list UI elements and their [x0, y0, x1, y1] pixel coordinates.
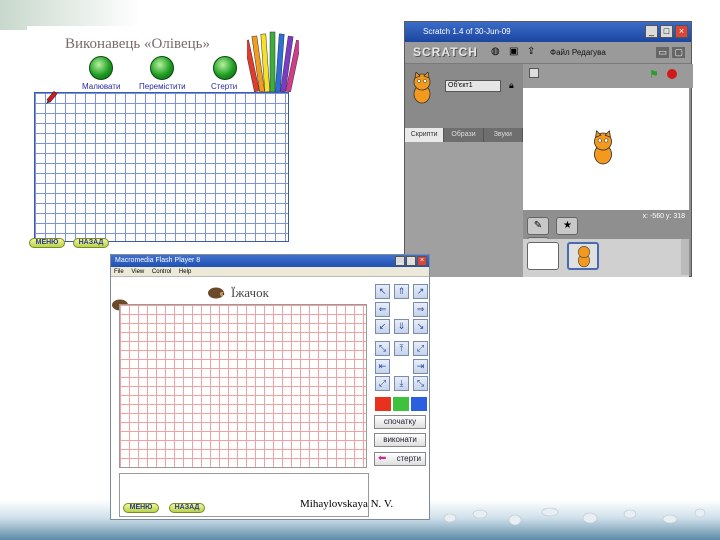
arrow-upleft-icon[interactable]: ↖: [375, 284, 390, 299]
back-button[interactable]: НАЗАД: [73, 238, 109, 248]
flash-titlebar: Macromedia Flash Player 8 _ □ ×: [111, 255, 429, 267]
star-sprite-icon[interactable]: ★: [556, 217, 579, 235]
stage-mode-icon[interactable]: [529, 68, 539, 78]
scratch-tabs: Скрипти Образи Звуки: [405, 128, 523, 142]
scratch-menubar: SCRATCH ◍ ▣ ⇪ Файл Редагува ▭ ▢: [405, 42, 691, 64]
pencil-icon: [46, 90, 58, 104]
save-icon[interactable]: ▣: [509, 46, 518, 57]
scratch-window-title: Scratch 1.4 of 30-Jun-09: [423, 27, 511, 36]
menu-button[interactable]: МЕНЮ: [123, 503, 159, 513]
flash-window-title: Macromedia Flash Player 8: [115, 257, 201, 264]
sprite-tools: ✎ ★ ?: [527, 215, 607, 255]
menu-control[interactable]: Control: [152, 269, 171, 275]
run-button[interactable]: виконати: [374, 433, 426, 447]
olivets-title: Виконавець «Олівець»: [65, 36, 211, 52]
close-button[interactable]: ×: [417, 256, 427, 266]
arrow-up-icon[interactable]: ⇑: [394, 284, 409, 299]
color-blue-button[interactable]: [411, 397, 427, 411]
arrow-downleft-icon[interactable]: ↙: [375, 319, 390, 334]
minimize-button[interactable]: _: [645, 25, 658, 38]
cat-sprite-icon: [594, 130, 612, 165]
scratch-stage[interactable]: [523, 88, 689, 210]
color-green-button[interactable]: [393, 397, 409, 411]
cat-sprite-icon: [413, 72, 431, 104]
draw-label: Малювати: [82, 82, 121, 91]
stop-icon[interactable]: [667, 69, 677, 79]
start-button[interactable]: спочатку: [374, 415, 426, 429]
jump-downright-icon[interactable]: ⤡: [413, 376, 428, 391]
flash-menubar: File View Control Help: [111, 267, 429, 277]
draw-button[interactable]: [89, 56, 113, 80]
arrow-upright-icon[interactable]: ↗: [413, 284, 428, 299]
arrow-left-icon: ⬅: [378, 453, 387, 464]
cat-sprite-icon: [578, 246, 590, 268]
zhachok-title: Їжачок: [231, 285, 269, 300]
tab-sounds[interactable]: Звуки: [483, 128, 523, 142]
scratch-logo: SCRATCH: [413, 45, 478, 59]
sprite-name-field[interactable]: Об'єкт1: [445, 80, 501, 92]
arrow-down-icon[interactable]: ⇓: [394, 319, 409, 334]
erase-label: Стерти: [211, 82, 238, 91]
sprite-list: [523, 239, 689, 277]
scratch-titlebar: Scratch 1.4 of 30-Jun-09 _ □ ×: [405, 22, 691, 42]
color-red-button[interactable]: [375, 397, 391, 411]
menu-button[interactable]: МЕНЮ: [29, 238, 65, 248]
mouse-coords: x: -560 y: 318: [642, 213, 685, 220]
jump-upleft-icon[interactable]: ⤡: [375, 341, 390, 356]
green-flag-icon[interactable]: ⚑: [649, 68, 659, 81]
move-label: Перемістити: [139, 82, 186, 91]
back-button[interactable]: НАЗАД: [169, 503, 205, 513]
scratch-window: Scratch 1.4 of 30-Jun-09 _ □ × SCRATCH ◍…: [404, 21, 693, 277]
scratch-menu[interactable]: Файл Редагува: [550, 48, 606, 57]
jump-downleft-icon[interactable]: ⤢: [375, 376, 390, 391]
share-icon[interactable]: ⇪: [527, 46, 535, 57]
minimize-button[interactable]: _: [395, 256, 405, 266]
menu-help[interactable]: Help: [179, 269, 191, 275]
hedgehog-icon: [208, 287, 225, 299]
drawing-grid[interactable]: [34, 92, 289, 242]
flash-player-window: Macromedia Flash Player 8 _ □ × File Vie…: [110, 254, 430, 520]
drawing-grid[interactable]: [119, 304, 367, 468]
lock-icon[interactable]: 🔒︎: [509, 80, 514, 91]
maximize-button[interactable]: □: [660, 25, 673, 38]
menu-view[interactable]: View: [131, 269, 144, 275]
paint-sprite-icon[interactable]: ✎: [527, 217, 549, 235]
erase-label: стерти: [396, 454, 421, 463]
move-button[interactable]: [150, 56, 174, 80]
close-button[interactable]: ×: [675, 25, 688, 38]
olivets-panel: Виконавець «Олівець» Малювати Перемістит…: [27, 26, 299, 248]
arrow-downright-icon[interactable]: ↘: [413, 319, 428, 334]
maximize-button[interactable]: □: [406, 256, 416, 266]
layout-icon[interactable]: ▢: [672, 47, 685, 58]
erase-button[interactable]: ⬅ стерти: [374, 452, 426, 466]
arrow-right-icon[interactable]: ⇒: [413, 302, 428, 317]
stage-toolbar: ⚑: [523, 64, 693, 88]
pencils-icon: [247, 31, 299, 92]
scrollbar[interactable]: [681, 239, 689, 275]
layout-icon[interactable]: ▭: [656, 47, 669, 58]
scratch-left-pane: Об'єкт1 🔒︎ Скрипти Образи Звуки: [405, 64, 523, 277]
sprite-thumbnail[interactable]: [567, 242, 599, 270]
menu-file[interactable]: File: [114, 269, 124, 275]
tab-costumes[interactable]: Образи: [444, 128, 484, 142]
jump-upright-icon[interactable]: ⤢: [413, 341, 428, 356]
author-signature: Mihaylovskaya N. V.: [300, 498, 394, 510]
tab-scripts[interactable]: Скрипти: [405, 128, 445, 142]
jump-down-icon[interactable]: ⤓: [394, 376, 409, 391]
jump-right-icon[interactable]: ⇥: [413, 359, 428, 374]
arrow-left-icon[interactable]: ⇐: [375, 302, 390, 317]
decorative-swoosh: [443, 507, 706, 526]
globe-icon[interactable]: ◍: [491, 46, 500, 57]
stage-thumbnail[interactable]: [527, 242, 559, 270]
jump-up-icon[interactable]: ⤒: [394, 341, 409, 356]
jump-left-icon[interactable]: ⇤: [375, 359, 390, 374]
erase-button[interactable]: [213, 56, 237, 80]
